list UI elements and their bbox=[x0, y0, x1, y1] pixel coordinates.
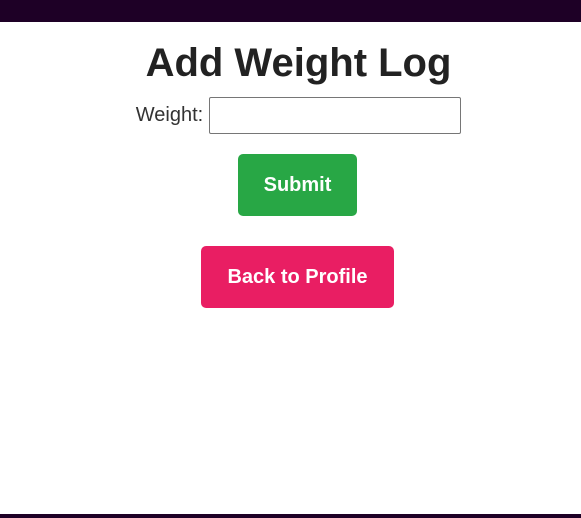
weight-label: Weight: bbox=[135, 104, 204, 126]
weight-field-row: Weight: bbox=[0, 97, 581, 134]
bottom-bar bbox=[0, 514, 581, 518]
weight-input[interactable] bbox=[209, 97, 462, 134]
page-title: Add Weight Log bbox=[145, 41, 452, 85]
top-bar bbox=[0, 0, 581, 22]
back-to-profile-button[interactable]: Back to Profile bbox=[201, 246, 394, 308]
submit-button[interactable]: Submit bbox=[238, 154, 357, 216]
